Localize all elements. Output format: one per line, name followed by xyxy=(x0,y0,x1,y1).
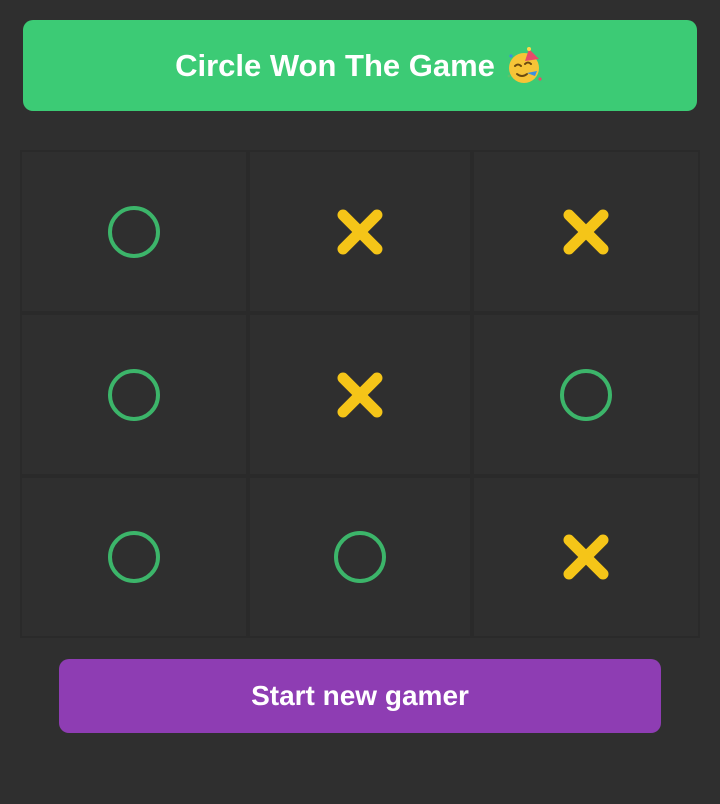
circle-mark-icon xyxy=(108,531,160,583)
board-cell[interactable] xyxy=(20,313,248,476)
board-cell[interactable] xyxy=(472,313,700,476)
board-cell[interactable] xyxy=(472,476,700,638)
board-cell[interactable] xyxy=(20,476,248,638)
cross-mark-icon xyxy=(337,372,383,417)
circle-mark-icon xyxy=(108,205,160,258)
circle-mark-icon xyxy=(560,368,612,421)
winner-banner: Circle Won The Game xyxy=(23,20,697,111)
board-cell[interactable] xyxy=(248,150,472,313)
board-cell[interactable] xyxy=(472,150,700,313)
cross-mark-icon xyxy=(563,534,609,580)
start-new-game-button[interactable]: Start new gamer xyxy=(59,659,661,733)
game-screen: Circle Won The Game Start new gamer xyxy=(0,0,720,804)
circle-mark-icon xyxy=(334,531,386,583)
board-cell[interactable] xyxy=(248,476,472,638)
cross-mark-icon xyxy=(563,209,609,254)
game-board xyxy=(20,150,700,638)
cross-mark-icon xyxy=(337,209,383,254)
board-cell[interactable] xyxy=(20,150,248,313)
party-face-icon xyxy=(505,46,545,86)
winner-message: Circle Won The Game xyxy=(175,47,495,83)
board-cell[interactable] xyxy=(248,313,472,476)
circle-mark-icon xyxy=(108,368,160,421)
